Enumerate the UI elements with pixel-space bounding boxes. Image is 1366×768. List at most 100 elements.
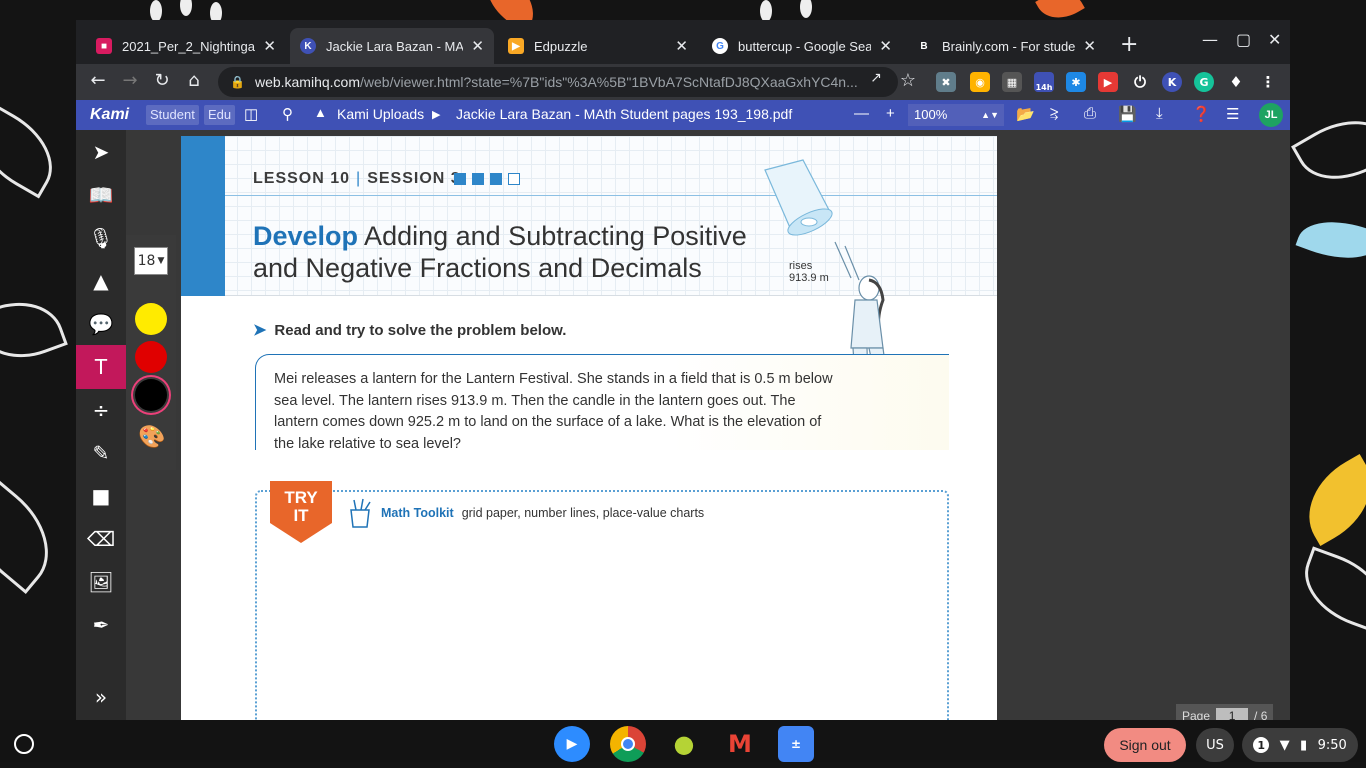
url-text: web.kamihq.com/web/viewer.html?state=%7B…	[255, 74, 858, 90]
progress-square-empty	[508, 173, 520, 185]
zoom-value: 100%	[914, 107, 948, 122]
close-icon[interactable]: ✕	[879, 37, 892, 55]
save-icon[interactable]: 💾	[1118, 105, 1137, 123]
tab-brainly[interactable]: B Brainly.com - For students ✕	[906, 28, 1106, 64]
zoom-in-icon[interactable]: +	[886, 105, 895, 122]
search-icon[interactable]: ⚲	[282, 105, 293, 123]
signature-tool-icon[interactable]: ✒	[76, 603, 126, 647]
lesson-session-label: LESSON 10 | SESSION 3	[253, 170, 461, 188]
close-icon[interactable]: ✕	[675, 37, 688, 55]
maximize-button[interactable]: ▢	[1236, 30, 1251, 49]
eraser-tool-icon[interactable]: ⌫	[76, 517, 126, 561]
calculator-icon[interactable]: ±	[778, 726, 814, 762]
shapes-tool-icon[interactable]: ■	[76, 474, 126, 518]
browser-menu-icon[interactable]: ⋮	[1258, 72, 1278, 92]
avatar[interactable]: JL	[1259, 103, 1283, 127]
markup-tool-icon[interactable]: ▲	[76, 259, 126, 303]
input-method-button[interactable]: US	[1196, 728, 1234, 762]
image-tool-icon[interactable]: 🖼	[76, 560, 126, 604]
arrow-right-icon: ➤	[253, 322, 267, 339]
dictionary-tool-icon[interactable]: 📖	[76, 173, 126, 217]
close-icon[interactable]: ✕	[1083, 37, 1096, 55]
back-button[interactable]: ←	[86, 70, 110, 91]
power-icon[interactable]: ⏻	[1130, 72, 1150, 92]
launcher-icon[interactable]	[14, 734, 34, 754]
comment-tool-icon[interactable]: 💬	[76, 302, 126, 346]
breadcrumb-file[interactable]: Jackie Lara Bazan - MAth Student pages 1…	[456, 106, 792, 122]
chrome-app-icon[interactable]	[610, 726, 646, 762]
screencast-icon[interactable]: ▶	[1098, 72, 1118, 92]
problem-text: Mei releases a lantern for the Lantern F…	[274, 371, 833, 452]
text-tool-icon[interactable]: T	[76, 345, 126, 389]
instruction: ➤ Read and try to solve the problem below…	[253, 320, 566, 340]
kami-toolbar: Kami Student Edu ◫ ⚲ ▲ Kami Uploads ▶ Ja…	[76, 100, 1290, 130]
tab-google-search[interactable]: G buttercup - Google Search ✕	[702, 28, 902, 64]
color-swatch-red[interactable]	[135, 341, 167, 373]
equation-tool-icon[interactable]: ÷	[76, 388, 126, 432]
notification-count: 1	[1253, 737, 1270, 753]
gmail-icon[interactable]: M	[722, 726, 758, 762]
classroom-icon: ■	[96, 38, 112, 54]
color-swatch-yellow[interactable]	[135, 303, 167, 335]
new-tab-button[interactable]: +	[1120, 32, 1138, 57]
close-window-button[interactable]: ✕	[1268, 30, 1281, 49]
tab-classroom[interactable]: ■ 2021_Per_2_Nightingale_C ✕	[86, 28, 286, 64]
expand-tools-icon[interactable]: »	[76, 675, 126, 719]
page-total: / 6	[1254, 709, 1268, 720]
page-indicator: Page 1 / 6	[1176, 704, 1274, 720]
extension-puzzle-blue-icon[interactable]: ✱	[1066, 72, 1086, 92]
address-bar[interactable]: 🔒 web.kamihq.com/web/viewer.html?state=%…	[218, 67, 898, 97]
extension-icon-2[interactable]: ◉	[970, 72, 990, 92]
kami-extension-icon[interactable]: K	[1162, 72, 1182, 92]
sidebar-toggle-icon[interactable]: ◫	[244, 105, 258, 123]
qr-code-icon[interactable]: ▦	[1002, 72, 1022, 92]
share-icon[interactable]: ⥸	[1050, 105, 1058, 122]
extension-badge-icon[interactable]: 14h	[1034, 72, 1054, 92]
open-in-new-icon[interactable]: ↗	[864, 70, 888, 86]
chevron-down-icon: ▼	[157, 256, 165, 266]
page-number-input[interactable]: 1	[1216, 708, 1249, 720]
forward-button[interactable]: →	[118, 70, 142, 91]
text-to-speech-icon[interactable]: 🎙	[76, 216, 126, 260]
progress-square-filled	[490, 173, 502, 185]
kami-logo[interactable]: Kami	[90, 106, 129, 124]
tab-kami[interactable]: K Jackie Lara Bazan - MAth ✕	[290, 28, 494, 64]
select-arrows-icon: ▲▼	[981, 110, 999, 120]
google-icon: G	[712, 38, 728, 54]
sign-out-button[interactable]: Sign out	[1104, 728, 1186, 762]
menu-icon[interactable]: ☰	[1226, 105, 1239, 123]
zoom-select[interactable]: 100% ▲▼	[908, 104, 1004, 126]
wifi-icon: ▼	[1279, 737, 1290, 753]
zoom-out-icon[interactable]: —	[854, 105, 869, 122]
chevron-right-icon: ▶	[432, 109, 441, 121]
zoom-app-icon[interactable]: ▶	[554, 726, 590, 762]
pear-deck-icon[interactable]: ●	[666, 726, 702, 762]
tab-strip: ■ 2021_Per_2_Nightingale_C ✕ K Jackie La…	[76, 20, 1290, 64]
reload-button[interactable]: ↻	[150, 70, 174, 91]
rises-label: rises 913.9 m	[789, 260, 829, 284]
folder-open-icon[interactable]: 📂	[1016, 105, 1035, 123]
document-viewer[interactable]: LESSON 10 | SESSION 3 Develop Adding and S…	[126, 130, 1290, 720]
color-swatch-black[interactable]	[135, 379, 167, 411]
minimize-button[interactable]: —	[1202, 30, 1218, 49]
print-icon[interactable]: ⎙	[1084, 105, 1096, 122]
breadcrumb-folder[interactable]: Kami Uploads	[337, 106, 424, 122]
drawing-tool-icon[interactable]: ✎	[76, 431, 126, 475]
select-tool-icon[interactable]: ➤	[76, 130, 126, 174]
close-icon[interactable]: ✕	[471, 37, 484, 55]
palette-icon[interactable]: 🎨	[138, 425, 165, 450]
font-size-select[interactable]: 18 ▼	[134, 247, 168, 275]
status-tray[interactable]: 1 ▼ ▮ 9:50	[1242, 728, 1358, 762]
home-button[interactable]: ⌂	[182, 70, 206, 91]
drive-icon[interactable]: ▲	[314, 105, 327, 120]
help-icon[interactable]: ❓	[1192, 105, 1211, 123]
extensions-puzzle-icon[interactable]: ♦	[1226, 72, 1246, 92]
extension-icon-1[interactable]: ✖	[936, 72, 956, 92]
grammarly-icon[interactable]: G	[1194, 72, 1214, 92]
lock-icon[interactable]: 🔒	[230, 75, 245, 89]
tab-edpuzzle[interactable]: ▶ Edpuzzle ✕	[498, 28, 698, 64]
bookmark-star-icon[interactable]: ☆	[896, 70, 920, 91]
close-icon[interactable]: ✕	[263, 37, 276, 55]
tab-title: buttercup - Google Search	[738, 38, 872, 54]
download-icon[interactable]: ⤓	[1156, 105, 1163, 122]
